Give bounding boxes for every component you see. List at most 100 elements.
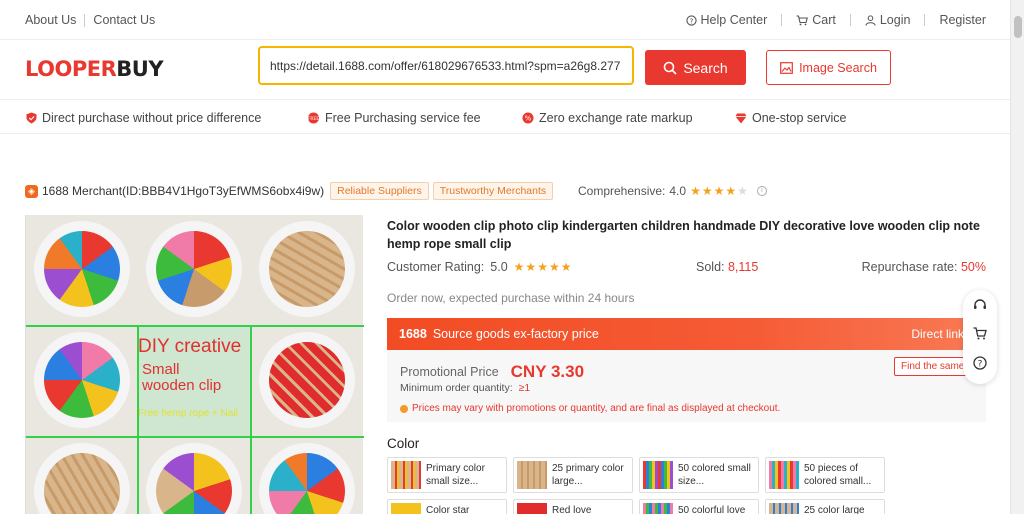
cart-icon — [973, 327, 987, 340]
option-thumbnail — [769, 503, 799, 514]
divider — [781, 14, 783, 26]
gallery-tile — [138, 215, 251, 326]
search-button[interactable]: Search — [645, 50, 746, 85]
cart-label: Cart — [812, 13, 836, 27]
scrollbar-thumb[interactable] — [1014, 16, 1022, 38]
cart-icon — [796, 14, 809, 25]
login-label: Login — [879, 13, 911, 27]
floating-help-button[interactable]: ? — [963, 348, 997, 377]
percent-icon: % — [522, 112, 534, 124]
free-badge-icon: FREE — [308, 112, 320, 124]
star-icon: ★ — [725, 184, 738, 198]
price-header-label: 1688 Source goods ex-factory price — [399, 327, 599, 341]
color-option[interactable]: Primary color small size... — [387, 457, 507, 493]
color-option[interactable]: 50 colorful love — [639, 499, 759, 514]
price-note: Prices may vary with promotions or quant… — [400, 403, 780, 414]
feature-direct-purchase: Direct purchase without price difference — [26, 111, 261, 125]
question-icon: ? — [973, 355, 987, 370]
divider — [84, 14, 86, 27]
image-icon — [780, 61, 793, 74]
feature-zero-markup: % Zero exchange rate markup — [522, 111, 693, 125]
divider — [26, 436, 364, 438]
tag-trustworthy-merchants: Trustworthy Merchants — [432, 182, 554, 200]
color-option[interactable]: Red love — [513, 499, 633, 514]
merchant-name[interactable]: 1688 Merchant(ID:BBB4V1HgoT3yEfWMS6obx4i… — [42, 184, 324, 198]
help-center-link[interactable]: ? Help Center — [685, 13, 767, 27]
option-thumbnail — [391, 503, 421, 514]
repurchase-rate: Repurchase rate: 50% — [862, 260, 986, 274]
rating-value: 5.0 — [490, 260, 508, 274]
option-label: 25 color large — [804, 505, 865, 514]
customer-service-button[interactable] — [963, 290, 997, 319]
search-input[interactable] — [258, 46, 634, 85]
header: LOOPERBUY Search Image Search — [0, 40, 1010, 100]
about-us-link[interactable]: About Us — [25, 13, 76, 27]
merchant-1688-icon: ◈ — [25, 184, 38, 198]
star-icon: ★ — [713, 184, 726, 198]
svg-text:FREE: FREE — [308, 116, 320, 122]
divider — [250, 325, 252, 514]
minimum-order: Minimum order quantity: ≥1 — [400, 382, 530, 394]
color-option[interactable]: 25 primary color large... — [513, 457, 633, 493]
tag-reliable-suppliers: Reliable Suppliers — [330, 182, 429, 200]
color-option[interactable]: 50 pieces of colored small... — [765, 457, 885, 493]
sold-count: Sold: 8,115 — [696, 260, 758, 274]
gallery-tile — [251, 215, 364, 326]
user-icon — [865, 14, 876, 26]
color-option[interactable]: 25 color large — [765, 499, 885, 514]
gallery-tile — [251, 326, 364, 437]
comprehensive-score: Comprehensive: 4.0 ★★★★★ i — [578, 184, 767, 198]
cart-link[interactable]: Cart — [796, 13, 836, 27]
direct-link[interactable]: Direct link — [911, 327, 964, 341]
option-thumbnail — [769, 461, 799, 489]
overlay-note: Free hemp rope + Nail — [138, 408, 238, 419]
price-note-text: Prices may vary with promotions or quant… — [412, 403, 781, 414]
login-link[interactable]: Login — [865, 13, 911, 27]
product-title: Color wooden clip photo clip kindergarte… — [387, 219, 980, 251]
rating-stars: ★★★★★ — [514, 260, 573, 274]
gallery-tile — [251, 437, 364, 514]
gallery-tile — [138, 437, 251, 514]
promo-label: Promotional Price — [400, 365, 499, 379]
looperbuy-logo[interactable]: LOOPERBUY — [25, 57, 164, 81]
info-icon[interactable]: i — [756, 186, 767, 196]
color-option[interactable]: Color star — [387, 499, 507, 514]
repurchase-label: Repurchase rate: — [861, 260, 958, 274]
feature-label: Direct purchase without price difference — [42, 111, 262, 125]
sold-label: Sold: — [696, 260, 725, 274]
contact-us-link[interactable]: Contact Us — [93, 13, 155, 27]
gallery-tile — [26, 326, 138, 437]
register-link[interactable]: Register — [939, 13, 986, 27]
promotional-price: Promotional Price CNY 3.30 — [400, 362, 584, 382]
divider — [26, 325, 364, 327]
image-search-button[interactable]: Image Search — [766, 50, 891, 85]
image-search-label: Image Search — [799, 60, 877, 75]
color-option[interactable]: 50 colored small size... — [639, 457, 759, 493]
repurchase-value: 50% — [960, 260, 986, 274]
star-icon: ★ — [513, 260, 526, 274]
option-thumbnail — [643, 461, 673, 489]
star-icon: ★ — [690, 184, 702, 198]
feature-one-stop: One-stop service — [735, 111, 846, 125]
gallery-tile — [26, 215, 138, 326]
order-note: Order now, expected purchase within 24 h… — [387, 291, 635, 305]
top-utility-bar: About Us Contact Us ? Help Center Cart L… — [0, 0, 1010, 40]
feature-strip: Direct purchase without price difference… — [0, 100, 1010, 134]
feature-label: Zero exchange rate markup — [539, 111, 693, 125]
option-label: Red love — [552, 505, 592, 514]
floating-cart-button[interactable] — [963, 319, 997, 348]
feature-label: Free Purchasing service fee — [325, 111, 481, 125]
page-scrollbar[interactable] — [1010, 0, 1024, 514]
option-thumbnail — [391, 461, 421, 489]
star-icon: ★ — [560, 260, 573, 274]
svg-text:%: % — [525, 115, 532, 123]
promo-value: CNY 3.30 — [510, 362, 585, 381]
star-icon: ★ — [537, 260, 549, 274]
product-image-gallery[interactable]: DIY creative Small wooden clip Free hemp … — [25, 215, 364, 514]
customer-rating: Customer Rating: 5.0 ★★★★★ — [387, 260, 572, 274]
help-icon: ? — [685, 14, 697, 26]
star-icon: ★ — [525, 260, 538, 274]
option-label: Primary color small size... — [426, 463, 485, 487]
feature-label: One-stop service — [752, 111, 847, 125]
option-label: 50 colored small size... — [678, 463, 751, 487]
